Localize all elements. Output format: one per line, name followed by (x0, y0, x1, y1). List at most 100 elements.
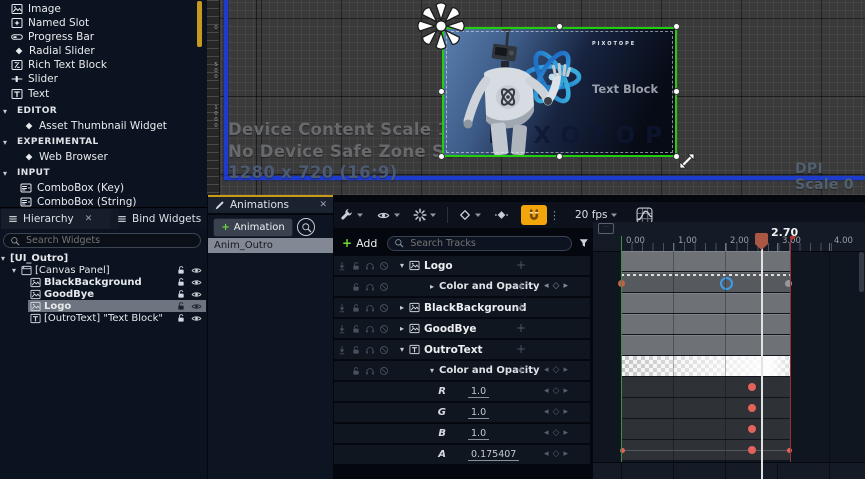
hierarchy-search-box[interactable] (3, 233, 201, 248)
curve-editor-button[interactable] (636, 207, 653, 224)
lock-icon[interactable] (351, 345, 361, 355)
keyframe-nav-arrows[interactable]: ◂◇▸ (544, 407, 572, 417)
channel-lane-g[interactable] (621, 398, 790, 418)
palette-item-radial-slider[interactable]: Radial Slider (14, 44, 210, 58)
keyframe-nav-arrows[interactable]: ◂◇▸ (544, 365, 572, 375)
channel-row-r[interactable]: R 1.0 ◂◇▸ (334, 382, 590, 402)
add-section-icon[interactable]: + (516, 342, 526, 356)
lock-icon[interactable] (351, 282, 361, 292)
keyframe-nav-arrows[interactable]: ◂◇▸ (544, 386, 572, 396)
timeline-vertical-scrollbar[interactable] (859, 252, 864, 292)
tab-animations[interactable]: Animations ✕ (208, 195, 333, 213)
auto-key-button[interactable] (494, 208, 509, 222)
section-bar-logo-color-opacity[interactable] (621, 272, 790, 292)
solo-headphones-icon[interactable] (365, 324, 375, 334)
animation-list-item-anim-outro[interactable]: Anim_Outro (208, 238, 333, 253)
solo-headphones-icon[interactable] (365, 366, 375, 376)
palette-item-web-browser[interactable]: Web Browser (24, 150, 220, 164)
keyframe-dot[interactable] (748, 446, 756, 454)
visibility-eye-icon[interactable] (191, 301, 202, 312)
chevron-right-icon[interactable]: ▸ (430, 282, 439, 291)
track-search-box[interactable] (387, 236, 572, 251)
timeline-ruler[interactable]: 0.00 1.00 2.00 3.00 4.00 ··· (593, 222, 865, 252)
selected-logo-widget[interactable]: PIXOTOPƎ (442, 27, 677, 157)
playback-end-marker[interactable] (790, 236, 791, 479)
tab-hierarchy[interactable]: Hierarchy ✕ (1, 209, 119, 229)
keyframe-dot[interactable] (748, 383, 756, 391)
playback-options-button[interactable] (413, 208, 437, 222)
clip-thumbnail-icon[interactable]: ··· (598, 223, 614, 234)
track-search-input[interactable] (408, 237, 565, 250)
section-bar-goodbye[interactable] (621, 314, 790, 334)
resize-handle-bottom-left[interactable] (438, 153, 445, 160)
mute-icon[interactable] (379, 345, 389, 355)
channel-row-g[interactable]: G 1.0 ◂◇▸ (334, 403, 590, 423)
anchor-widget-icon[interactable] (415, 0, 467, 52)
lock-open-icon[interactable] (176, 301, 186, 311)
chevron-down-icon[interactable]: ▾ (400, 261, 409, 270)
close-icon[interactable]: ✕ (319, 200, 327, 210)
add-key-icon[interactable]: + (516, 279, 526, 293)
add-track-button[interactable]: + Add (342, 236, 377, 250)
pin-icon[interactable] (337, 261, 347, 271)
section-bar-blackbackground[interactable] (621, 293, 790, 313)
snapping-toggle[interactable] (521, 205, 547, 225)
chevron-down-icon[interactable]: ▾ (430, 366, 439, 375)
hierarchy-search-input[interactable] (24, 234, 194, 247)
add-animation-button[interactable]: + Animation (213, 218, 293, 237)
hierarchy-row-blackbackground[interactable]: BlackBackground (0, 276, 207, 288)
palette-category-experimental[interactable]: ▾EXPERIMENTAL (3, 135, 199, 149)
pin-icon[interactable] (337, 345, 347, 355)
timeline-area[interactable]: 0.00 1.00 2.00 3.00 4.00 ··· (593, 222, 865, 479)
hierarchy-row-ui-outro[interactable]: ▾ [UI_Outro] (0, 252, 207, 264)
snapping-options-dots[interactable]: ⋮ (549, 209, 561, 222)
lock-icon[interactable] (351, 261, 361, 271)
palette-item-progress-bar[interactable]: Progress Bar (11, 30, 207, 44)
palette-item-rich-text-block[interactable]: Rich Text Block (11, 58, 207, 72)
pin-icon[interactable] (337, 324, 347, 334)
lock-icon[interactable] (351, 366, 361, 376)
pin-icon[interactable] (337, 303, 347, 313)
lock-icon[interactable] (351, 324, 361, 334)
keyframe-dot[interactable] (748, 404, 756, 412)
channel-value-field[interactable]: 1.0 (468, 428, 489, 440)
alpha-gradient-bar[interactable] (621, 356, 790, 376)
resize-handle-top-right[interactable] (673, 23, 680, 30)
resize-handle-mid-right[interactable] (673, 88, 680, 95)
lock-open-icon[interactable] (176, 313, 186, 323)
palette-item-combobox-key[interactable]: ComboBox (Key) (20, 181, 216, 195)
palette-category-input[interactable]: ▾INPUT (3, 166, 199, 180)
track-row-logo[interactable]: ▾ Logo + (334, 256, 590, 276)
fps-dropdown[interactable]: 20 fps (575, 209, 618, 221)
lock-open-icon[interactable] (176, 289, 186, 299)
channel-value-field[interactable]: 0.175407 (468, 449, 519, 461)
close-icon[interactable]: ✕ (85, 214, 93, 224)
chevron-down-icon[interactable]: ▾ (400, 345, 409, 354)
palette-item-image[interactable]: Image (11, 2, 207, 16)
palette-category-editor[interactable]: ▾EDITOR (3, 104, 199, 118)
channel-value-field[interactable]: 1.0 (468, 386, 489, 398)
chevron-right-icon[interactable]: ▸ (400, 303, 409, 312)
hierarchy-row-canvas-panel[interactable]: ▾ [Canvas Panel] (0, 264, 207, 276)
lock-icon[interactable] (351, 303, 361, 313)
solo-headphones-icon[interactable] (365, 282, 375, 292)
lock-open-icon[interactable] (176, 277, 186, 287)
visibility-eye-icon[interactable] (191, 313, 202, 324)
solo-headphones-icon[interactable] (365, 303, 375, 313)
palette-item-named-slot[interactable]: Named Slot (11, 16, 207, 30)
resize-handle-mid-left[interactable] (438, 88, 445, 95)
channel-lane-r[interactable] (621, 377, 790, 397)
view-options-button[interactable] (376, 209, 401, 222)
resize-handle-top-mid[interactable] (556, 23, 563, 30)
mute-icon[interactable] (379, 282, 389, 292)
hierarchy-row-logo-selected[interactable]: Logo (0, 300, 207, 312)
palette-scrollbar[interactable] (197, 1, 202, 47)
track-row-blackbackground[interactable]: ▸ BlackBackground + (334, 298, 590, 318)
playback-start-marker[interactable] (621, 236, 622, 479)
palette-item-slider[interactable]: Slider (11, 72, 207, 86)
channel-lane-a[interactable] (621, 440, 790, 460)
add-section-icon[interactable]: + (516, 300, 526, 314)
add-key-icon[interactable]: + (516, 363, 526, 377)
keyframe-nav-arrows[interactable]: ◂◇▸ (544, 428, 572, 438)
playhead-line[interactable] (761, 238, 763, 479)
